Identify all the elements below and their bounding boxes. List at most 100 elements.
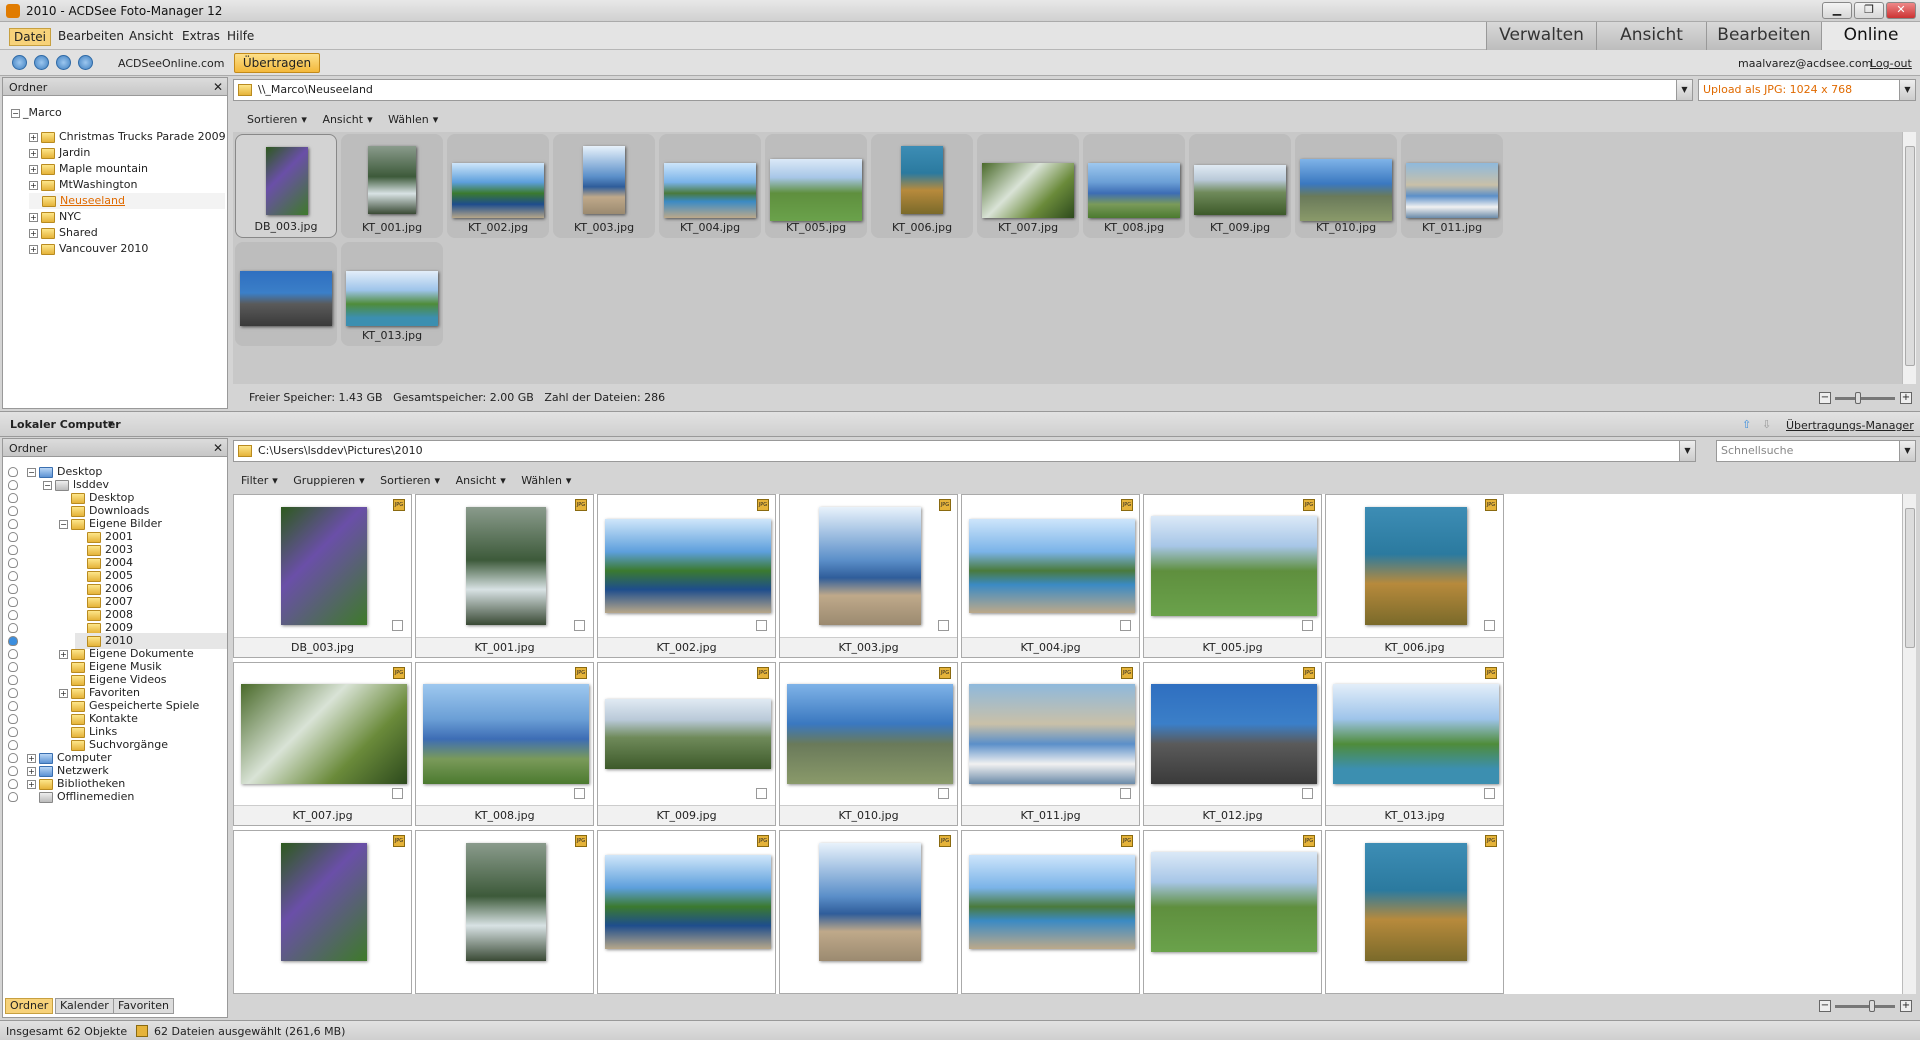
close-icon[interactable]: ✕	[213, 441, 223, 455]
shield-icon[interactable]	[8, 597, 18, 607]
online-thumbnail[interactable]: KT_010.jpg	[1295, 134, 1397, 238]
local-thumbnail[interactable]: JPG KT_010.jpg	[779, 662, 958, 826]
online-thumbnail[interactable]: KT_002.jpg	[447, 134, 549, 238]
online-thumbnail[interactable]: KT_009.jpg	[1189, 134, 1291, 238]
online-thumbnail[interactable]: KT_001.jpg	[341, 134, 443, 238]
shield-icon[interactable]	[8, 584, 18, 594]
expand-icon[interactable]: +	[29, 180, 38, 190]
expand-icon[interactable]: +	[29, 212, 38, 222]
local-thumbnail[interactable]: JPG	[233, 830, 412, 994]
group-menu[interactable]: Gruppieren	[293, 474, 355, 487]
online-thumbnail[interactable]: KT_013.jpg	[341, 242, 443, 346]
shield-icon[interactable]	[8, 753, 18, 763]
shield-icon[interactable]	[8, 727, 18, 737]
local-thumbnail[interactable]: JPG KT_009.jpg	[597, 662, 776, 826]
online-thumbnail[interactable]: KT_004.jpg	[659, 134, 761, 238]
shield-icon[interactable]	[8, 701, 18, 711]
local-thumbnail[interactable]: JPG KT_006.jpg	[1325, 494, 1504, 658]
select-checkbox[interactable]	[1302, 620, 1313, 631]
select-checkbox[interactable]	[574, 620, 585, 631]
mode-tab-verwalten[interactable]: Verwalten	[1486, 22, 1596, 50]
chevron-down-icon[interactable]: ▾	[108, 417, 114, 430]
home-icon[interactable]	[12, 55, 27, 70]
online-thumbnail[interactable]: KT_008.jpg	[1083, 134, 1185, 238]
online-thumbnail[interactable]: KT_011.jpg	[1401, 134, 1503, 238]
local-thumbnail[interactable]: JPG KT_002.jpg	[597, 494, 776, 658]
shield-icon[interactable]	[8, 740, 18, 750]
back-icon[interactable]	[34, 55, 49, 70]
select-checkbox[interactable]	[392, 788, 403, 799]
shield-icon[interactable]	[8, 675, 18, 685]
local-thumbnail[interactable]: JPG KT_007.jpg	[233, 662, 412, 826]
forward-icon[interactable]	[56, 55, 71, 70]
expand-icon[interactable]: +	[29, 148, 38, 158]
select-checkbox[interactable]	[392, 620, 403, 631]
zoom-out-icon[interactable]: −	[1819, 392, 1831, 404]
restore-button[interactable]: ❐	[1854, 2, 1884, 19]
local-thumbnail[interactable]: JPG KT_013.jpg	[1325, 662, 1504, 826]
filter-menu[interactable]: Filter	[241, 474, 268, 487]
shield-icon[interactable]	[8, 532, 18, 542]
local-thumbnail[interactable]: JPG	[779, 830, 958, 994]
local-scrollbar[interactable]	[1902, 494, 1916, 994]
collapse-icon[interactable]: −	[59, 519, 68, 529]
scroll-thumb[interactable]	[1905, 508, 1915, 648]
tree-node-selected[interactable]: Neuseeland	[29, 193, 225, 209]
select-menu[interactable]: Wählen	[388, 113, 429, 126]
local-thumbnail[interactable]: JPG KT_011.jpg	[961, 662, 1140, 826]
expand-icon[interactable]: +	[29, 164, 38, 174]
shield-icon[interactable]	[8, 636, 18, 646]
select-checkbox[interactable]	[938, 788, 949, 799]
select-checkbox[interactable]	[1484, 788, 1495, 799]
upload-arrow-icon[interactable]: ⇧	[1742, 418, 1751, 431]
expand-icon[interactable]: +	[29, 132, 38, 142]
shield-icon[interactable]	[8, 792, 18, 802]
chevron-down-icon[interactable]: ▼	[1899, 80, 1915, 100]
local-thumbnail[interactable]: JPG	[1143, 830, 1322, 994]
shield-icon[interactable]	[8, 688, 18, 698]
view-menu[interactable]: Ansicht	[322, 113, 363, 126]
refresh-icon[interactable]	[78, 55, 93, 70]
shield-icon[interactable]	[8, 714, 18, 724]
tab-ordner[interactable]: Ordner	[5, 998, 54, 1014]
select-checkbox[interactable]	[938, 620, 949, 631]
scroll-thumb[interactable]	[1905, 146, 1915, 366]
tree-node[interactable]: + MtWashington	[29, 177, 137, 193]
close-window-button[interactable]: ✕	[1886, 2, 1916, 19]
menu-hilfe[interactable]: Hilfe	[223, 28, 258, 44]
select-checkbox[interactable]	[1484, 620, 1495, 631]
online-thumbnail[interactable]: KT_005.jpg	[765, 134, 867, 238]
shield-icon[interactable]	[8, 506, 18, 516]
tree-node[interactable]: + Jardin	[29, 145, 90, 161]
select-checkbox[interactable]	[1120, 620, 1131, 631]
transfer-manager-link[interactable]: Übertragungs-Manager	[1786, 419, 1914, 432]
menu-ansicht[interactable]: Ansicht	[125, 28, 177, 44]
shield-icon[interactable]	[8, 493, 18, 503]
menu-bearbeiten[interactable]: Bearbeiten	[54, 28, 128, 44]
local-thumbnail[interactable]: JPG	[1325, 830, 1504, 994]
tree-node[interactable]: + Christmas Trucks Parade 2009	[29, 129, 226, 145]
shield-icon[interactable]	[8, 779, 18, 789]
online-thumbnail[interactable]	[235, 242, 337, 346]
tree-node[interactable]: + Vancouver 2010	[29, 241, 148, 257]
sort-menu[interactable]: Sortieren	[247, 113, 297, 126]
shield-icon[interactable]	[8, 571, 18, 581]
tab-favoriten[interactable]: Favoriten	[113, 998, 174, 1014]
mode-tab-ansicht[interactable]: Ansicht	[1596, 22, 1706, 50]
local-thumbnail[interactable]: JPG KT_005.jpg	[1143, 494, 1322, 658]
view-menu[interactable]: Ansicht	[456, 474, 497, 487]
shield-icon[interactable]	[8, 558, 18, 568]
zoom-knob[interactable]	[1869, 1000, 1875, 1012]
upload-format-select[interactable]: Upload als JPG: 1024 x 768 ▼	[1698, 79, 1916, 101]
tree-node-root[interactable]: − _Marco	[11, 105, 62, 121]
shield-icon[interactable]	[8, 519, 18, 529]
download-arrow-icon[interactable]: ⇩	[1762, 418, 1771, 431]
close-icon[interactable]: ✕	[213, 80, 223, 94]
expand-icon[interactable]: +	[27, 766, 36, 776]
local-thumbnail[interactable]: JPG DB_003.jpg	[233, 494, 412, 658]
shield-icon[interactable]	[8, 766, 18, 776]
sort-menu[interactable]: Sortieren	[380, 474, 430, 487]
expand-icon[interactable]: +	[59, 688, 68, 698]
expand-icon[interactable]: +	[27, 779, 36, 789]
online-thumbnail[interactable]: KT_003.jpg	[553, 134, 655, 238]
